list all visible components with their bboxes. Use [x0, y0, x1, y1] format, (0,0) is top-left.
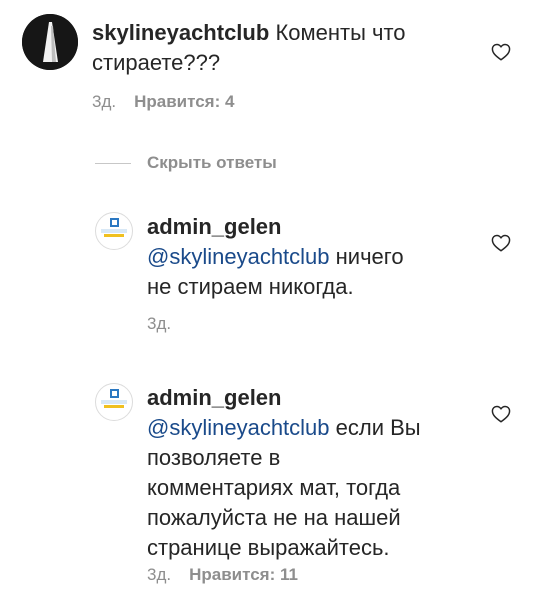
reply-time: 3д.	[147, 314, 172, 333]
comment-username[interactable]: skylineyachtclub	[92, 20, 269, 45]
heart-icon[interactable]	[491, 43, 511, 61]
comment-time: 3д.	[92, 92, 117, 111]
reply-text-line1: если Вы	[329, 415, 421, 440]
comment-meta: 3д. Нравится: 4	[92, 92, 234, 112]
mention-link[interactable]: @skylineyachtclub	[147, 415, 330, 440]
mention-link[interactable]: @skylineyachtclub	[147, 244, 330, 269]
hide-replies-button[interactable]: Скрыть ответы	[95, 152, 277, 174]
reply-text-line4: пожалуйста не на нашей	[147, 505, 401, 530]
reply-2-meta: 3д. Нравится: 11	[147, 565, 298, 585]
avatar-skylineyachtclub[interactable]	[22, 14, 78, 70]
hide-replies-label: Скрыть ответы	[147, 153, 277, 172]
reply-2-text: admin_gelen @skylineyachtclub если Вы по…	[147, 383, 477, 563]
gelendzhik-logo-icon	[101, 218, 127, 237]
heart-icon[interactable]	[491, 234, 511, 252]
reply-text-line2: позволяете в	[147, 445, 281, 470]
reply-text-line5: странице выражайтесь.	[147, 535, 390, 560]
reply-text-line3: комментариях мат, тогда	[147, 475, 401, 500]
comment-likes[interactable]: Нравится: 4	[134, 92, 234, 111]
reply-text-line1: ничего	[329, 244, 404, 269]
reply-likes[interactable]: Нравится: 11	[189, 565, 298, 584]
avatar-admin-gelen[interactable]	[95, 383, 133, 421]
comment-main-text: skylineyachtclub Коменты что стираете???	[92, 18, 472, 78]
reply-username[interactable]: admin_gelen	[147, 385, 281, 410]
reply-text-line2: не стираем никогда.	[147, 274, 354, 299]
gelendzhik-logo-icon	[101, 389, 127, 408]
reply-1-meta: 3д.	[147, 314, 171, 334]
reply-username[interactable]: admin_gelen	[147, 214, 281, 239]
comment-text-line1: Коменты что	[275, 20, 406, 45]
building-logo-icon	[22, 14, 78, 70]
heart-icon[interactable]	[491, 405, 511, 423]
reply-time: 3д.	[147, 565, 172, 584]
hide-replies-line	[95, 162, 131, 164]
reply-1-text: admin_gelen @skylineyachtclub ничего не …	[147, 212, 477, 302]
avatar-admin-gelen[interactable]	[95, 212, 133, 250]
comment-text-line2: стираете???	[92, 50, 221, 75]
